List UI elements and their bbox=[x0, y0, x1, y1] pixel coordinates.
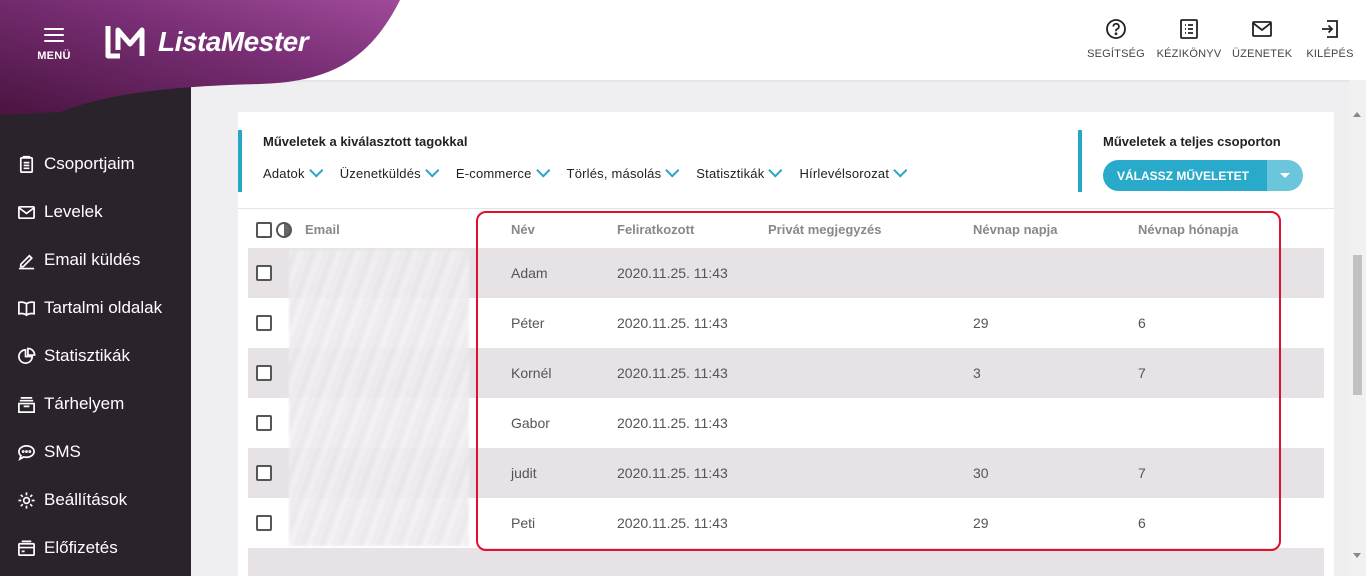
top-actions: SEGÍTSÉG KÉZIKÖNYV ÜZENETEK KILÉPÉS bbox=[1086, 18, 1366, 62]
sidebar-item-beallitasok[interactable]: Beállítások bbox=[0, 476, 191, 524]
sidebar-item-label: Email küldés bbox=[44, 250, 141, 269]
envelope-icon bbox=[16, 202, 36, 222]
row-checkbox[interactable] bbox=[256, 315, 272, 331]
sidebar-item-label: Csoportjaim bbox=[44, 154, 135, 173]
help-button[interactable]: SEGÍTSÉG bbox=[1086, 18, 1146, 62]
dropdown-label: Adatok bbox=[263, 166, 305, 181]
selected-operations-title: Műveletek a kiválasztott tagokkal bbox=[263, 134, 468, 149]
pen-icon bbox=[16, 250, 36, 270]
logout-label: KILÉPÉS bbox=[1306, 48, 1354, 60]
group-action-button-group: VÁLASSZ MŰVELETET bbox=[1103, 160, 1304, 191]
sidebar-item-label: Statisztikák bbox=[44, 346, 130, 365]
help-icon bbox=[1106, 19, 1126, 39]
row-checkbox[interactable] bbox=[256, 265, 272, 281]
dropdown-torles-masolas[interactable]: Törlés, másolás bbox=[566, 162, 680, 181]
chevron-down-icon bbox=[893, 162, 908, 178]
operations-menu: Adatok Üzenetküldés E-commerce Törlés, m… bbox=[263, 162, 924, 181]
sidebar-item-csoportjaim[interactable]: Csoportjaim bbox=[0, 140, 191, 188]
row-checkbox[interactable] bbox=[256, 415, 272, 431]
group-operations-title: Műveletek a teljes csoporton bbox=[1103, 134, 1281, 149]
sidebar-item-label: Levelek bbox=[44, 202, 103, 221]
scroll-thumb[interactable] bbox=[1353, 255, 1362, 395]
row-checkbox[interactable] bbox=[256, 465, 272, 481]
choose-operation-dropdown[interactable] bbox=[1267, 160, 1304, 191]
dropdown-label: Törlés, másolás bbox=[566, 166, 662, 181]
scroll-down-arrow[interactable] bbox=[1353, 553, 1361, 558]
divider bbox=[238, 208, 1334, 209]
sidebar-item-label: Beállítások bbox=[44, 490, 128, 509]
top-header: MENÜ ListaMester SEGÍTSÉG KÉZIKÖNYV ÜZEN… bbox=[0, 0, 1366, 115]
help-label: SEGÍTSÉG bbox=[1087, 48, 1145, 60]
dropdown-uzenetkuldes[interactable]: Üzenetküldés bbox=[339, 162, 440, 181]
chevron-down-icon bbox=[768, 162, 783, 178]
logo-text: ListaMester bbox=[158, 26, 309, 57]
table-row bbox=[248, 548, 1324, 576]
chat-icon bbox=[16, 442, 36, 462]
logout-icon bbox=[1322, 20, 1338, 38]
sidebar-nav: Csoportjaim Levelek Email küldés Tartalm… bbox=[0, 140, 191, 572]
hamburger-icon bbox=[44, 28, 64, 42]
gear-icon bbox=[16, 490, 36, 510]
scroll-up-arrow[interactable] bbox=[1353, 112, 1361, 117]
choose-operation-button[interactable]: VÁLASSZ MŰVELETET bbox=[1103, 160, 1268, 191]
column-email[interactable]: Email bbox=[305, 222, 340, 237]
sidebar-item-tartalmi-oldalak[interactable]: Tartalmi oldalak bbox=[0, 284, 191, 332]
chevron-down-icon bbox=[308, 162, 324, 178]
select-all-checkbox[interactable] bbox=[256, 222, 272, 238]
dropdown-adatok[interactable]: Adatok bbox=[263, 162, 324, 181]
row-checkbox[interactable] bbox=[256, 515, 272, 531]
dropdown-statisztikak[interactable]: Statisztikák bbox=[696, 162, 783, 181]
manual-icon bbox=[1180, 19, 1198, 39]
subscription-icon bbox=[16, 538, 36, 558]
logo: ListaMester bbox=[104, 24, 309, 60]
dropdown-hirlevelsorozat[interactable]: Hírlevélsorozat bbox=[799, 162, 908, 181]
members-card: Műveletek a kiválasztott tagokkal Adatok… bbox=[238, 112, 1334, 576]
menu-button[interactable]: MENÜ bbox=[30, 24, 78, 64]
invert-selection-icon[interactable] bbox=[276, 222, 292, 238]
messages-label: ÜZENETEK bbox=[1232, 48, 1293, 60]
highlight-box bbox=[476, 211, 1281, 551]
chevron-down-icon bbox=[665, 162, 680, 178]
dropdown-label: Statisztikák bbox=[696, 166, 765, 181]
storage-icon bbox=[16, 394, 36, 414]
redacted-email-column bbox=[289, 250, 469, 546]
selected-operations: Műveletek a kiválasztott tagokkal Adatok… bbox=[238, 130, 924, 192]
sidebar-item-tarhelyem[interactable]: Tárhelyem bbox=[0, 380, 191, 428]
sidebar-item-elofizetes[interactable]: Előfizetés bbox=[0, 524, 191, 572]
page-scrollbar[interactable] bbox=[1349, 80, 1366, 576]
caret-down-icon bbox=[1280, 173, 1291, 178]
sidebar-item-label: Tartalmi oldalak bbox=[44, 298, 163, 317]
book-icon bbox=[16, 298, 36, 318]
dropdown-ecommerce[interactable]: E-commerce bbox=[455, 162, 550, 181]
chevron-down-icon bbox=[425, 162, 440, 178]
listamester-logo-icon bbox=[105, 26, 145, 59]
manual-button[interactable]: KÉZIKÖNYV bbox=[1156, 18, 1222, 62]
sidebar-item-statisztikak[interactable]: Statisztikák bbox=[0, 332, 191, 380]
group-operations: Műveletek a teljes csoporton VÁLASSZ MŰV… bbox=[1078, 130, 1304, 192]
manual-label: KÉZIKÖNYV bbox=[1156, 48, 1222, 60]
row-checkbox[interactable] bbox=[256, 365, 272, 381]
dropdown-label: Üzenetküldés bbox=[339, 166, 421, 181]
chevron-down-icon bbox=[535, 162, 550, 178]
dropdown-label: E-commerce bbox=[455, 166, 532, 181]
menu-label: MENÜ bbox=[37, 50, 71, 62]
sidebar-item-label: Tárhelyem bbox=[44, 394, 125, 413]
clipboard-icon bbox=[16, 154, 36, 174]
dropdown-label: Hírlevélsorozat bbox=[799, 166, 890, 181]
sidebar-item-label: SMS bbox=[44, 442, 81, 461]
mail-icon bbox=[1252, 21, 1272, 37]
logout-button[interactable]: KILÉPÉS bbox=[1306, 18, 1354, 62]
messages-button[interactable]: ÜZENETEK bbox=[1232, 18, 1292, 62]
sidebar-item-sms[interactable]: SMS bbox=[0, 428, 191, 476]
sidebar-item-email-kuldes[interactable]: Email küldés bbox=[0, 236, 191, 284]
sidebar-item-label: Előfizetés bbox=[44, 538, 118, 557]
sidebar-item-levelek[interactable]: Levelek bbox=[0, 188, 191, 236]
pie-chart-icon bbox=[16, 346, 36, 366]
